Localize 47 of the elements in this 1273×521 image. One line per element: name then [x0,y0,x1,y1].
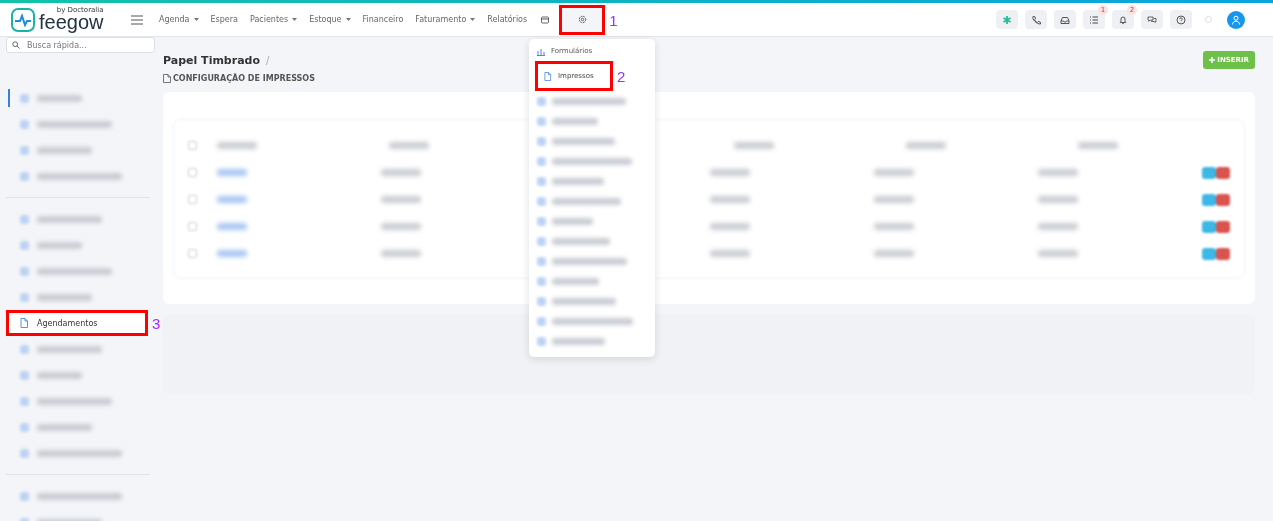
caret-icon [292,18,298,21]
user-icon [1231,14,1241,25]
list-button[interactable] [1083,10,1105,29]
chat-button[interactable] [1141,10,1163,29]
nav-menu-item[interactable]: Financeiro [362,15,404,24]
sidebar-item[interactable]: Agendamentos [6,310,148,336]
search-icon [12,41,20,49]
logo-icon [10,6,36,33]
nav-menu-item[interactable]: Relatórios [487,15,528,24]
step-number: 3 [152,314,161,332]
plus-icon [1209,57,1216,63]
logo-text: feegow [39,12,104,32]
nav-menu-item[interactable]: Estoque [309,15,351,24]
document-icon [163,74,171,83]
search-field[interactable]: Busca rápida... [6,37,155,53]
bar-chart-icon [537,46,545,56]
menu-icon[interactable] [131,14,143,25]
step-number: 1 [609,11,618,28]
phone-button[interactable] [1025,10,1047,29]
asterisk-button[interactable] [996,10,1018,29]
help-icon [1176,14,1186,25]
document-icon [20,318,29,328]
inbox-icon [1060,14,1070,25]
asterisk-icon [1002,14,1012,25]
nav-menu-item[interactable]: Faturamento [415,15,476,24]
nav-menu-item[interactable]: Agenda [159,15,199,24]
settings-button[interactable] [559,4,606,35]
bell-icon [1118,14,1128,25]
list-icon [1089,14,1099,25]
avatar[interactable] [1227,10,1245,29]
nav-menu-item[interactable]: Pacientes [249,15,298,24]
breadcrumb-separator: / [266,54,270,66]
step-number: 2 [617,67,626,85]
section-title: CONFIGURAÇÃO DE IMPRESSOS [173,74,315,83]
document-icon [544,71,552,81]
chat-icon [1147,14,1157,25]
inbox-button[interactable] [1054,10,1076,29]
caret-icon [470,18,476,21]
caret-icon [193,18,199,21]
nav-menu-item[interactable]: Espera [210,15,238,24]
page-title: Papel Timbrado [163,53,260,67]
help-button[interactable] [1170,10,1192,29]
caret-icon [345,18,351,21]
card-icon[interactable] [541,15,550,24]
bell-button[interactable] [1112,10,1134,29]
phone-icon [1031,14,1041,25]
settings-icon [577,15,587,24]
